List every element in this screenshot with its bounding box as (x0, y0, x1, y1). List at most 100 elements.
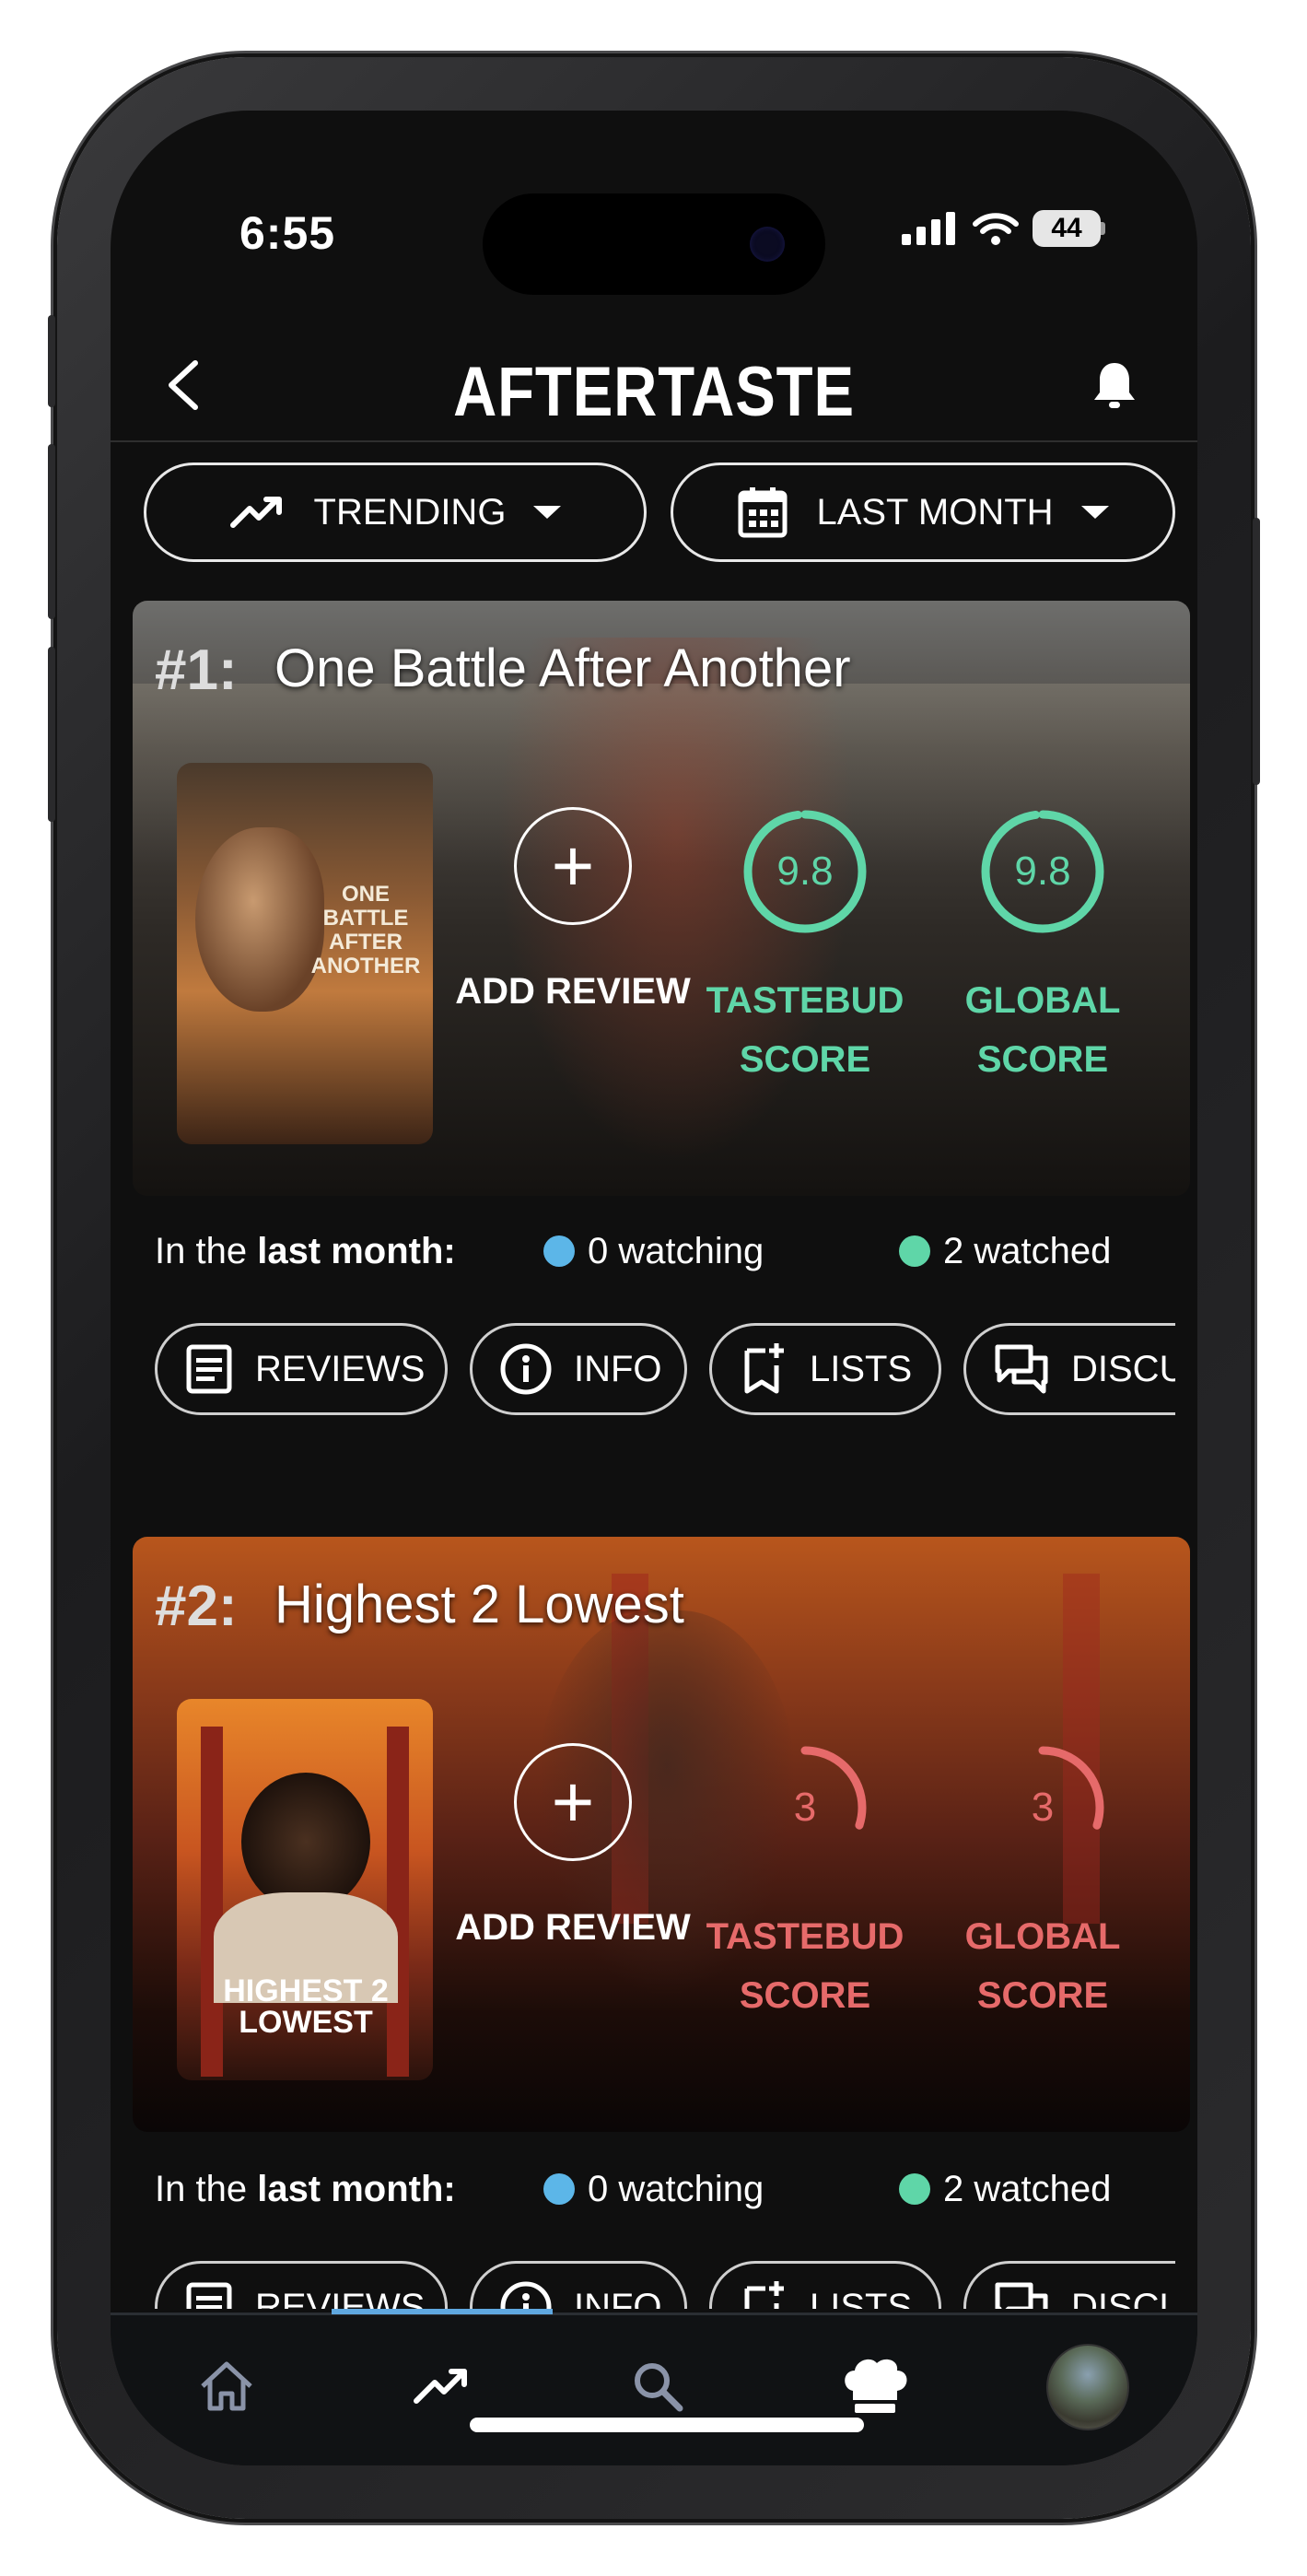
movie-title[interactable]: One Battle After Another (274, 638, 851, 699)
info-button[interactable]: INFO (470, 1323, 687, 1415)
tab-chef[interactable] (838, 2349, 912, 2423)
watched-count: 2 watched (899, 1231, 1111, 1272)
reviews-icon (186, 1344, 232, 1394)
watching-label: 0 watching (588, 1231, 764, 1271)
watching-count: 0 watching (543, 2169, 764, 2210)
chef-hat-icon (845, 2359, 907, 2413)
watching-dot-icon (543, 1235, 575, 1267)
home-icon (201, 2361, 252, 2411)
reviews-label: REVIEWS (255, 1348, 426, 1389)
reviews-button[interactable]: REVIEWS (155, 2261, 448, 2309)
tab-home[interactable] (190, 2349, 263, 2423)
discussion-icon (995, 1344, 1048, 1394)
meta-period: last month: (257, 1231, 456, 1271)
lists-label: LISTS (810, 1348, 913, 1389)
tastebud-score-label: TASTEBUD SCORE (706, 980, 904, 1080)
period-filter-label: LAST MONTH (816, 491, 1054, 533)
global-score-label: GLOBAL SCORE (964, 1916, 1121, 2016)
meta-period: last month: (257, 2169, 456, 2209)
lists-label: LISTS (810, 2286, 913, 2310)
app-header: AFTERTASTE (111, 332, 1197, 442)
wifi-icon (973, 213, 1019, 245)
dynamic-island (483, 193, 825, 295)
global-score-value: 3 (1031, 1785, 1055, 1830)
calendar-icon (738, 487, 788, 538)
search-icon (635, 2363, 683, 2412)
watched-dot-icon (899, 2173, 930, 2205)
add-to-list-icon (744, 2281, 784, 2309)
movie-rank: #2: (155, 1575, 238, 1638)
add-to-list-icon (744, 1343, 784, 1394)
watch-stats: In the last month: (155, 2169, 456, 2210)
watching-label: 0 watching (588, 2169, 764, 2209)
discussion-label: DISCU (1071, 2286, 1175, 2310)
global-score-ring: 3 (978, 1743, 1107, 1872)
cellular-signal-icon (902, 212, 955, 245)
movie-card[interactable]: #1: One Battle After Another ONE BATTLE … (133, 601, 1190, 1196)
watched-label: 2 watched (943, 2169, 1112, 2209)
tab-search[interactable] (621, 2349, 694, 2423)
global-score-ring: 9.8 (978, 807, 1107, 936)
tastebud-score-label: TASTEBUD SCORE (706, 1916, 904, 2016)
app-screen: 6:55 44 AFTERTASTE TRENDING LAST MONTH #… (111, 111, 1197, 2465)
discussion-label: DISCU (1071, 1348, 1175, 1389)
movie-actions: REVIEWS INFO LISTS DISCU (155, 2261, 1175, 2309)
discussion-icon (995, 2282, 1048, 2309)
movie-poster[interactable]: HIGHEST 2 LOWEST (177, 1699, 433, 2080)
trending-filter-label: TRENDING (313, 491, 507, 533)
trending-up-icon (229, 497, 282, 528)
status-icons: 44 (902, 210, 1105, 247)
tastebud-score-value: 9.8 (776, 849, 834, 894)
movie-poster[interactable]: ONE BATTLE AFTER ANOTHER (177, 763, 433, 1144)
battery-icon: 44 (1033, 210, 1101, 247)
info-button[interactable]: INFO (470, 2261, 687, 2309)
dropdown-caret-icon (533, 506, 562, 519)
meta-prefix: In the (155, 2169, 258, 2209)
add-review-label[interactable]: ADD REVIEW (453, 971, 693, 1013)
info-icon (500, 2281, 552, 2309)
poster-title-text: HIGHEST 2 LOWEST (223, 1973, 389, 2040)
tastebud-score-ring: 3 (741, 1743, 869, 1872)
discussion-button[interactable]: DISCU (963, 1323, 1175, 1415)
movie-actions: REVIEWS INFO LISTS DISCU (155, 1323, 1175, 1419)
reviews-button[interactable]: REVIEWS (155, 1323, 448, 1415)
phone-frame: 6:55 44 AFTERTASTE TRENDING LAST MONTH #… (48, 57, 1260, 2519)
global-score-label: GLOBAL SCORE (964, 980, 1121, 1080)
add-review-button[interactable]: + (514, 1743, 632, 1861)
status-time: 6:55 (239, 207, 336, 259)
reviews-icon (186, 2282, 232, 2309)
add-review-button[interactable]: + (514, 807, 632, 925)
header-divider (111, 440, 1197, 442)
home-indicator (470, 2418, 864, 2432)
poster-title-text: ONE BATTLE AFTER ANOTHER (310, 882, 421, 978)
movie-title[interactable]: Highest 2 Lowest (274, 1574, 684, 1635)
tastebud-score-value: 3 (793, 1785, 817, 1830)
tastebud-score-ring: 9.8 (741, 807, 869, 936)
lists-button[interactable]: LISTS (709, 2261, 941, 2309)
movie-card[interactable]: #2: Highest 2 Lowest HIGHEST 2 LOWEST + … (133, 1537, 1190, 2132)
active-tab-indicator (332, 2309, 553, 2314)
tab-profile[interactable] (1046, 2344, 1129, 2430)
dropdown-caret-icon (1080, 506, 1109, 519)
meta-prefix: In the (155, 1231, 258, 1271)
info-icon (500, 1343, 552, 1395)
watched-count: 2 watched (899, 2169, 1111, 2210)
watching-count: 0 watching (543, 1231, 764, 1272)
watched-dot-icon (899, 1235, 930, 1267)
profile-avatar (1046, 2344, 1129, 2430)
lists-button[interactable]: LISTS (709, 1323, 941, 1415)
tab-trending[interactable] (405, 2349, 479, 2423)
period-filter-dropdown[interactable]: LAST MONTH (671, 463, 1175, 562)
info-label: INFO (574, 1348, 662, 1389)
info-label: INFO (574, 2286, 662, 2310)
app-title: AFTERTASTE (453, 353, 855, 431)
global-score-value: 9.8 (1014, 849, 1071, 894)
reviews-label: REVIEWS (255, 2286, 426, 2310)
watching-dot-icon (543, 2173, 575, 2205)
add-review-label[interactable]: ADD REVIEW (453, 1907, 693, 1949)
watched-label: 2 watched (943, 1231, 1112, 1271)
trending-icon (414, 2369, 467, 2404)
notification-bell-icon[interactable] (1087, 357, 1142, 413)
discussion-button[interactable]: DISCU (963, 2261, 1175, 2309)
trending-filter-dropdown[interactable]: TRENDING (144, 463, 647, 562)
